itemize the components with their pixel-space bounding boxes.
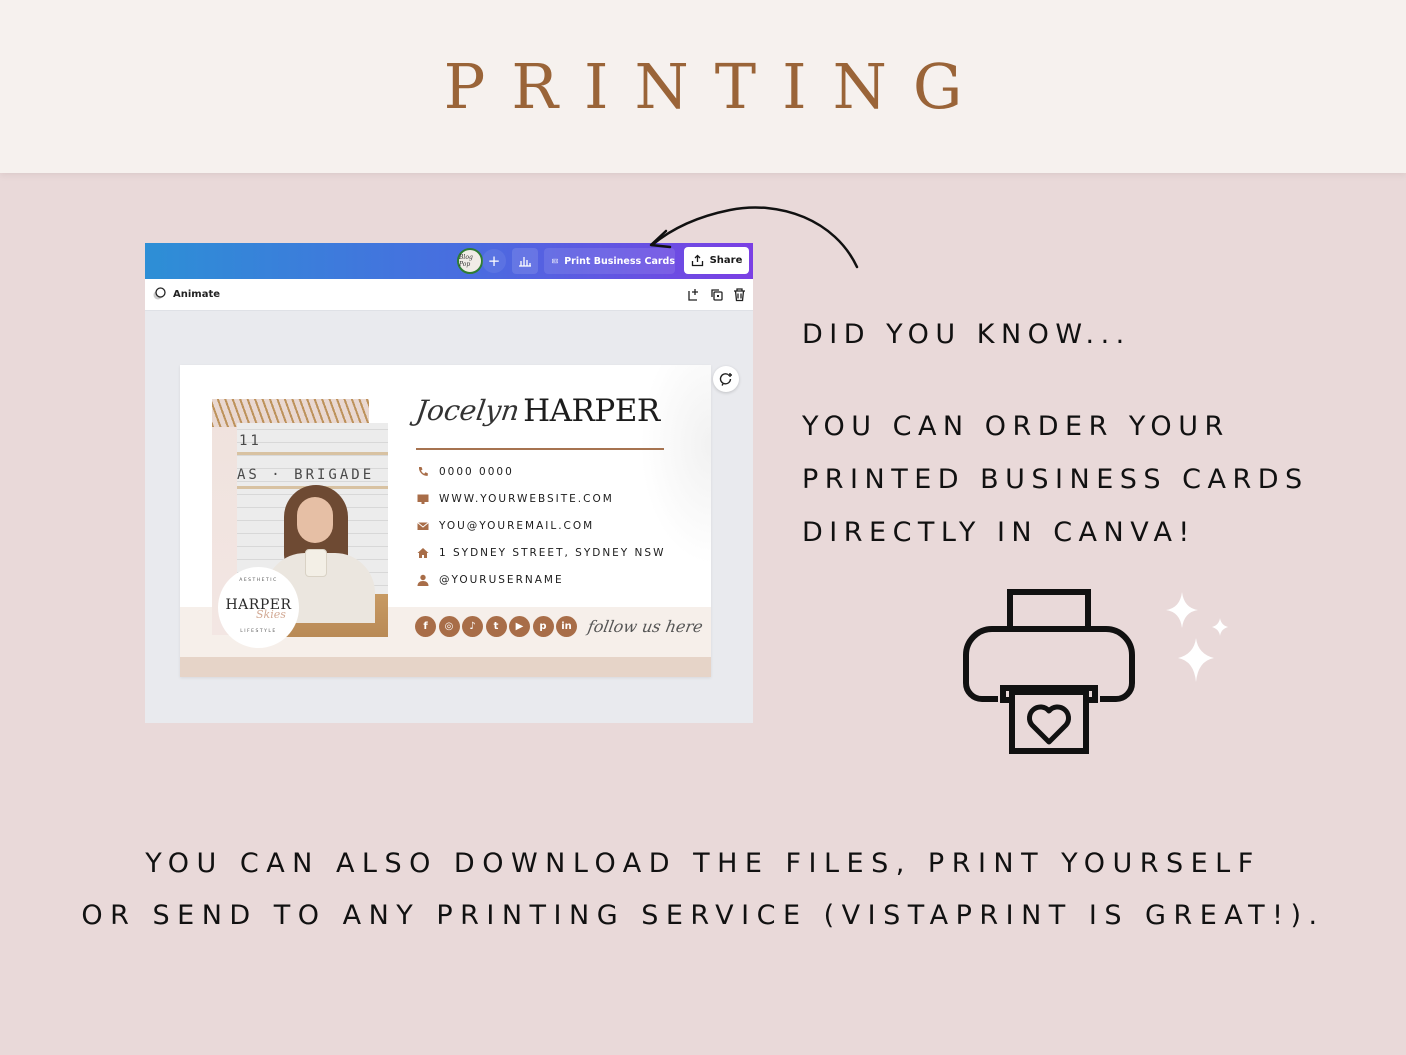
animate-icon [153,287,166,300]
contact-username: @YOURUSERNAME [416,573,564,586]
youtube-icon[interactable]: ▶ [509,616,530,637]
first-name: Jocelyn [413,394,522,427]
mug [305,549,327,577]
last-name: HARPER [523,393,660,429]
shelf [237,452,388,455]
mail-icon [416,519,429,532]
user-icon [416,573,429,586]
bottom-info-text: YOU CAN ALSO DOWNLOAD THE FILES, PRINT Y… [0,838,1406,942]
logo-top-arc: AESTHETIC [239,578,278,583]
social-links: f ◎ ♪ t ▶ p in follow us here [415,616,704,637]
duplicate-page-icon[interactable] [709,287,724,302]
plus-icon: + [487,252,501,270]
logo-bottom-arc: LIFESTYLE [240,629,277,634]
name-divider [416,448,664,450]
sparkles-icon [1166,592,1228,682]
canva-editor-window: Blog Pop + Print Business Cards Share An… [145,243,753,723]
logo-script-text: Skies [256,608,286,621]
card-name: Jocelyn HARPER [413,391,660,431]
add-page-icon[interactable] [686,287,701,302]
bar-chart-icon [519,257,531,267]
contact-phone: 0000 0000 [416,465,514,478]
contact-website: WWW.YOURWEBSITE.COM [416,492,614,505]
contact-text: WWW.YOURWEBSITE.COM [439,492,614,505]
twitter-icon[interactable]: t [485,616,507,637]
monitor-icon [416,492,429,505]
add-collaborator-button[interactable]: + [482,249,506,273]
contact-text: 0000 0000 [439,465,514,478]
contact-address: 1 SYDNEY STREET, SYDNEY NSW [416,546,665,559]
phone-icon [416,465,429,478]
business-card[interactable]: 11 AS · BRIGADE AESTHETIC HARPER Skies L… [180,365,711,677]
card-bottom-stripe [180,657,711,677]
animate-label: Animate [173,288,221,300]
page-tools [686,287,747,302]
bottom-line: YOU CAN ALSO DOWNLOAD THE FILES, PRINT Y… [145,848,1261,879]
printer-heart-icon [963,589,1135,754]
bottom-line: OR SEND TO ANY PRINTING SERVICE (VISTAPR… [81,900,1325,931]
order-line: PRINTED BUSINESS CARDS [802,464,1309,495]
did-you-know-heading: DID YOU KNOW... [802,319,1131,350]
contact-text: YOU@YOUREMAIL.COM [439,519,595,532]
business-card-icon [552,258,559,264]
avatar[interactable]: Blog Pop [457,248,483,274]
photo-sign-bottom: AS · BRIGADE [237,467,375,483]
canva-toolbar: Animate [145,279,753,311]
person-face [297,497,333,543]
brand-logo: AESTHETIC HARPER Skies LIFESTYLE [218,567,299,648]
contact-text: 1 SYDNEY STREET, SYDNEY NSW [439,546,666,559]
facebook-icon[interactable]: f [415,616,436,637]
photo-sign-top: 11 [239,433,262,449]
instagram-icon[interactable]: ◎ [438,616,460,637]
contact-email: YOU@YOUREMAIL.COM [416,519,594,532]
follow-text: follow us here [585,617,704,636]
contact-text: @YOURUSERNAME [439,573,564,586]
regenerate-icon [719,373,732,386]
animate-button[interactable]: Animate [152,287,220,301]
page-title: PRINTING [443,50,989,123]
pinterest-icon[interactable]: p [532,616,554,637]
tiktok-icon[interactable]: ♪ [462,616,483,637]
regenerate-button[interactable] [713,366,739,392]
curved-arrow-icon [649,206,859,269]
order-line: YOU CAN ORDER YOUR [802,411,1230,442]
linkedin-icon[interactable]: in [556,616,577,637]
trash-icon[interactable] [732,287,747,302]
insights-button[interactable] [512,248,538,274]
home-icon [416,546,429,559]
order-info-text: YOU CAN ORDER YOUR PRINTED BUSINESS CARD… [802,400,1309,559]
order-line: DIRECTLY IN CANVA! [802,517,1196,548]
